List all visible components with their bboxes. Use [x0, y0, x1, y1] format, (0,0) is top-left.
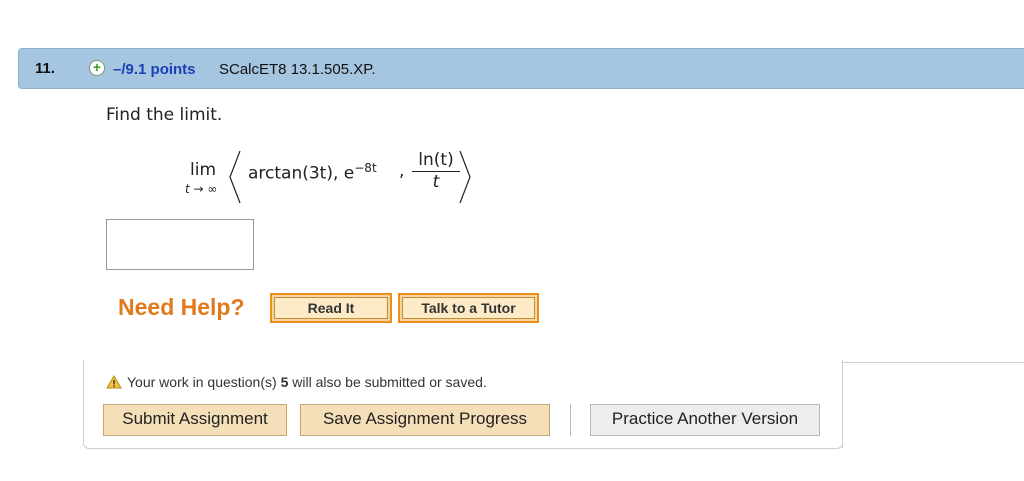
divider: [843, 362, 1024, 363]
component-text: arctan(3t), e: [248, 163, 355, 184]
save-progress-button[interactable]: Save Assignment Progress: [300, 404, 550, 436]
warning-icon: [106, 375, 122, 389]
right-angle-bracket-icon: [459, 150, 471, 204]
answer-input[interactable]: [106, 219, 254, 270]
fraction-numerator: ln(t): [412, 150, 460, 172]
notice-suffix: will also be submitted or saved.: [288, 374, 487, 390]
exponent: −8t: [354, 161, 377, 175]
notice-prefix: Your work in question(s): [127, 374, 281, 390]
button-separator: [570, 404, 571, 436]
vector-components: arctan(3t), e−8t: [248, 161, 377, 184]
read-it-label: Read It: [274, 297, 388, 319]
talk-to-tutor-button[interactable]: Talk to a Tutor: [398, 293, 539, 323]
question-prompt: Find the limit.: [106, 105, 223, 125]
question-number: 11.: [35, 60, 56, 77]
need-help-label: Need Help?: [118, 294, 245, 320]
divider: [842, 362, 843, 448]
submission-notice: Your work in question(s) 5 will also be …: [106, 374, 487, 390]
read-it-button[interactable]: Read It: [270, 293, 392, 323]
submit-assignment-button[interactable]: Submit Assignment: [103, 404, 287, 436]
left-angle-bracket-icon: [229, 150, 241, 204]
component-comma: ,: [399, 161, 405, 181]
question-header-bar: 11. + –/9.1 points SCalcET8 13.1.505.XP.: [18, 48, 1024, 89]
lim-subscript: t → ∞: [185, 182, 218, 196]
limit-expression: lim t → ∞ arctan(3t), e−8t , ln(t) t: [172, 148, 492, 204]
practice-another-version-button[interactable]: Practice Another Version: [590, 404, 820, 436]
talk-to-tutor-label: Talk to a Tutor: [402, 297, 535, 319]
lim-operator: lim: [190, 160, 217, 180]
expand-plus-icon[interactable]: +: [89, 59, 105, 76]
fraction: ln(t) t: [412, 150, 460, 192]
fraction-denominator: t: [432, 172, 440, 192]
points-link[interactable]: –/9.1 points: [113, 61, 196, 78]
question-reference: SCalcET8 13.1.505.XP.: [219, 61, 376, 78]
